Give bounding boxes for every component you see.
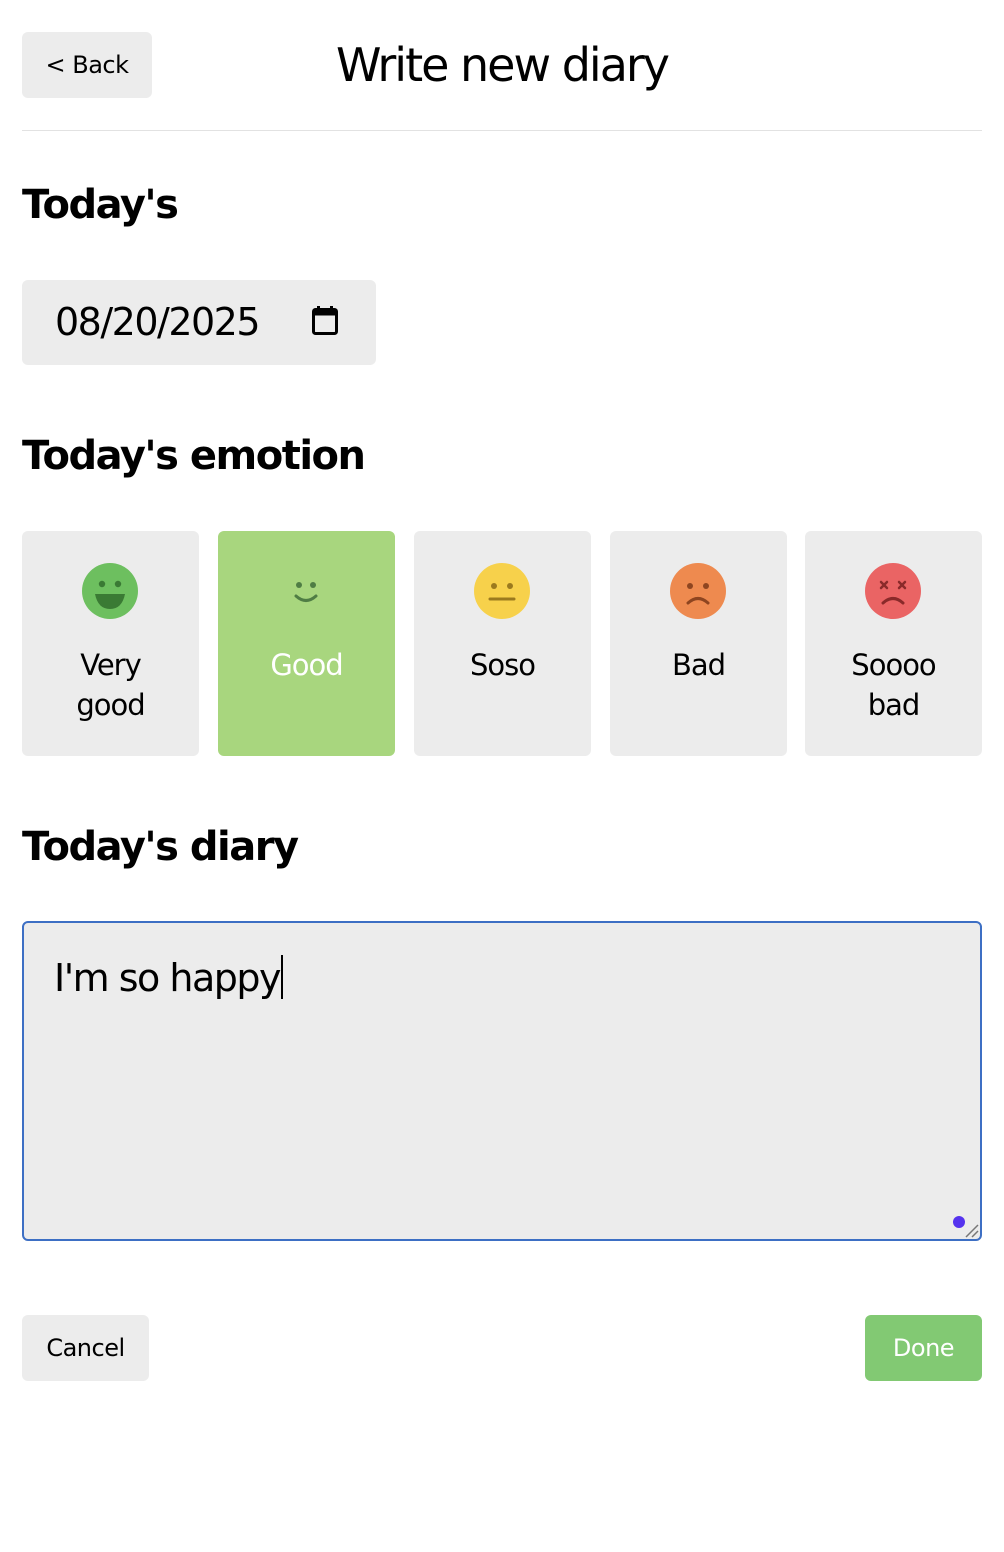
cancel-button[interactable]: Cancel	[22, 1315, 149, 1381]
emotion-section-title: Today's emotion	[22, 433, 366, 479]
emotion-label: Bad	[671, 648, 726, 682]
emotion-very-good[interactable]: Very good	[22, 531, 199, 756]
emotion-good[interactable]: Good	[218, 531, 395, 756]
emotion-label: Soso	[469, 648, 536, 682]
text-caret	[280, 955, 283, 999]
very-good-face-icon	[82, 563, 138, 619]
page-title: Write new diary	[335, 38, 670, 92]
good-face-icon	[278, 563, 334, 619]
date-section-title: Today's	[22, 182, 179, 228]
emotion-label: Good	[270, 648, 343, 682]
diary-text: I'm so happy	[54, 953, 283, 1003]
calendar-icon[interactable]	[312, 306, 338, 336]
emotion-soso[interactable]: Soso	[414, 531, 591, 756]
emotion-soooo-bad[interactable]: Soooo bad	[805, 531, 982, 756]
done-button[interactable]: Done	[865, 1315, 982, 1381]
emotion-bad[interactable]: Bad	[610, 531, 787, 756]
emotion-label: Soooo bad	[851, 648, 936, 722]
soso-face-icon	[474, 563, 530, 619]
date-input[interactable]: 08/20/2025	[22, 280, 376, 365]
header: < Back Write new diary	[22, 0, 982, 131]
emotion-label: Very good	[76, 648, 145, 722]
diary-textarea[interactable]: I'm so happy	[22, 921, 982, 1241]
bad-face-icon	[670, 563, 726, 619]
diary-section-title: Today's diary	[22, 824, 299, 870]
emotion-selector: Very good Good Soso Bad Soooo bad	[22, 531, 982, 756]
diary-editor-page: < Back Write new diary Today's 08/20/202…	[0, 0, 1004, 1552]
date-value: 08/20/2025	[55, 300, 261, 344]
soooo-bad-face-icon	[865, 563, 921, 619]
resize-handle-icon[interactable]	[963, 1222, 979, 1238]
diary-content: I'm so happy	[54, 956, 281, 1000]
